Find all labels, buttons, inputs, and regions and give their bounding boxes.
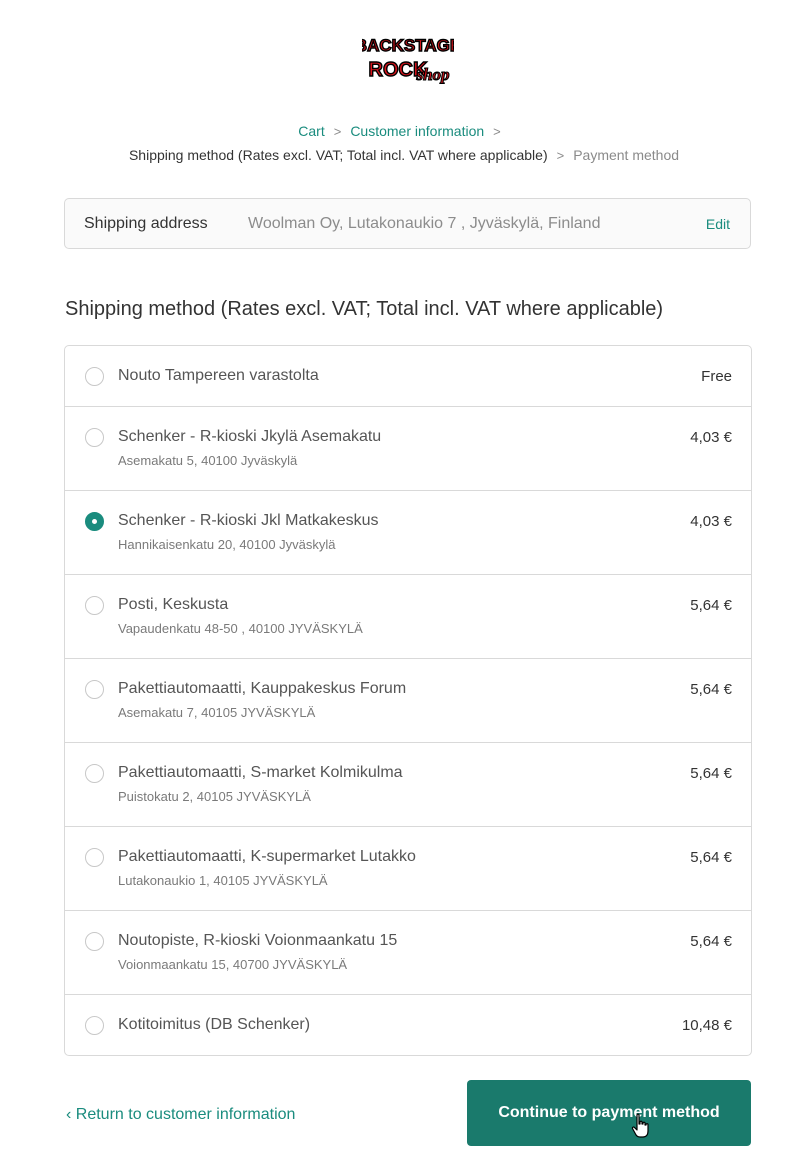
- shipping-address-summary: Shipping address Woolman Oy, Lutakonauki…: [64, 198, 751, 249]
- shipping-option-address: Lutakonaukio 1, 40105 JYVÄSKYLÄ: [118, 873, 328, 888]
- shipping-option[interactable]: Kotitoimitus (DB Schenker) 10,48 €: [65, 995, 751, 1055]
- chevron-left-icon: ‹: [66, 1106, 76, 1123]
- chevron-right-icon: >: [333, 124, 342, 139]
- shipping-option-address: Vapaudenkatu 48-50 , 40100 JYVÄSKYLÄ: [118, 621, 363, 636]
- shipping-option-name: Pakettiautomaatti, K-supermarket Lutakko: [118, 848, 416, 865]
- shipping-option-name: Nouto Tampereen varastolta: [118, 367, 319, 384]
- shipping-option-price: 5,64 €: [690, 933, 732, 950]
- radio-button-checked[interactable]: [85, 512, 104, 531]
- shipping-option-price: 10,48 €: [681, 1017, 732, 1034]
- shipping-address-value: Woolman Oy, Lutakonaukio 7 , Jyväskylä, …: [248, 215, 601, 232]
- shipping-address-label: Shipping address: [84, 215, 208, 232]
- shipping-option-address: Voionmaankatu 15, 40700 JYVÄSKYLÄ: [118, 957, 348, 972]
- continue-to-payment-button[interactable]: Continue to payment method: [467, 1080, 751, 1146]
- shipping-option-price: 5,64 €: [690, 681, 732, 698]
- shipping-methods-list: Nouto Tampereen varastolta Free Schenker…: [64, 345, 752, 1056]
- hand-pointer-cursor-icon: [631, 1113, 651, 1139]
- return-to-customer-information-link[interactable]: ‹ Return to customer information: [66, 1106, 295, 1124]
- shipping-option[interactable]: Schenker - R-kioski Jkylä Asemakatu Asem…: [65, 407, 751, 491]
- chevron-right-icon: >: [556, 148, 565, 163]
- shipping-option[interactable]: Noutopiste, R-kioski Voionmaankatu 15 Vo…: [65, 911, 751, 995]
- shipping-option-selected[interactable]: Schenker - R-kioski Jkl Matkakeskus Hann…: [65, 491, 751, 575]
- shipping-option-address: Asemakatu 7, 40105 JYVÄSKYLÄ: [118, 705, 316, 720]
- shipping-option-address: Puistokatu 2, 40105 JYVÄSKYLÄ: [118, 789, 311, 804]
- radio-button[interactable]: [85, 848, 104, 867]
- radio-button[interactable]: [85, 764, 104, 783]
- section-title: Shipping method (Rates excl. VAT; Total …: [65, 298, 664, 320]
- breadcrumb-cart[interactable]: Cart: [298, 123, 324, 139]
- shipping-option-name: Pakettiautomaatti, S-market Kolmikulma: [118, 764, 403, 781]
- breadcrumb-shipping-method: Shipping method (Rates excl. VAT; Total …: [128, 147, 548, 163]
- breadcrumb: Cart > Customer information >: [0, 122, 808, 141]
- shipping-option-name: Pakettiautomaatti, Kauppakeskus Forum: [118, 680, 407, 697]
- shipping-option-price: 5,64 €: [690, 849, 732, 866]
- shipping-option-price: 5,64 €: [690, 765, 732, 782]
- shipping-option[interactable]: Pakettiautomaatti, K-supermarket Lutakko…: [65, 827, 751, 911]
- continue-button-label: Continue to payment method: [498, 1104, 720, 1121]
- shipping-option-name: Kotitoimitus (DB Schenker): [118, 1016, 311, 1033]
- shipping-option[interactable]: Nouto Tampereen varastolta Free: [65, 346, 751, 407]
- shipping-option[interactable]: Pakettiautomaatti, Kauppakeskus Forum As…: [65, 659, 751, 743]
- breadcrumb-continued: Shipping method (Rates excl. VAT; Total …: [0, 146, 808, 165]
- logo-line3: shop: [415, 65, 449, 84]
- radio-button[interactable]: [85, 367, 104, 386]
- shipping-option-name: Noutopiste, R-kioski Voionmaankatu 15: [118, 932, 398, 949]
- logo-line1: BACKSTAGE: [362, 36, 454, 55]
- breadcrumb-payment-method: Payment method: [573, 147, 680, 163]
- radio-button[interactable]: [85, 596, 104, 615]
- chevron-right-icon: >: [493, 124, 501, 139]
- shipping-option[interactable]: Posti, Keskusta Vapaudenkatu 48-50 , 401…: [65, 575, 751, 659]
- shipping-option-name: Schenker - R-kioski Jkylä Asemakatu: [118, 428, 382, 445]
- shipping-option[interactable]: Pakettiautomaatti, S-market Kolmikulma P…: [65, 743, 751, 827]
- shipping-option-price: 4,03 €: [690, 513, 732, 530]
- shipping-option-price: 4,03 €: [690, 429, 732, 446]
- shipping-option-price: Free: [701, 368, 732, 385]
- store-logo[interactable]: BACKSTAGE ROCK shop: [362, 24, 454, 96]
- shipping-option-name: Schenker - R-kioski Jkl Matkakeskus: [118, 512, 379, 529]
- breadcrumb-customer-information[interactable]: Customer information: [350, 123, 484, 139]
- shipping-option-price: 5,64 €: [690, 597, 732, 614]
- radio-button[interactable]: [85, 932, 104, 951]
- radio-button[interactable]: [85, 428, 104, 447]
- edit-address-link[interactable]: Edit: [706, 216, 730, 232]
- radio-button[interactable]: [85, 1016, 104, 1035]
- radio-button[interactable]: [85, 680, 104, 699]
- shipping-option-address: Hannikaisenkatu 20, 40100 Jyväskylä: [118, 537, 336, 552]
- shipping-option-name: Posti, Keskusta: [118, 596, 229, 613]
- shipping-option-address: Asemakatu 5, 40100 Jyväskylä: [118, 453, 298, 468]
- return-link-label: Return to customer information: [75, 1106, 296, 1123]
